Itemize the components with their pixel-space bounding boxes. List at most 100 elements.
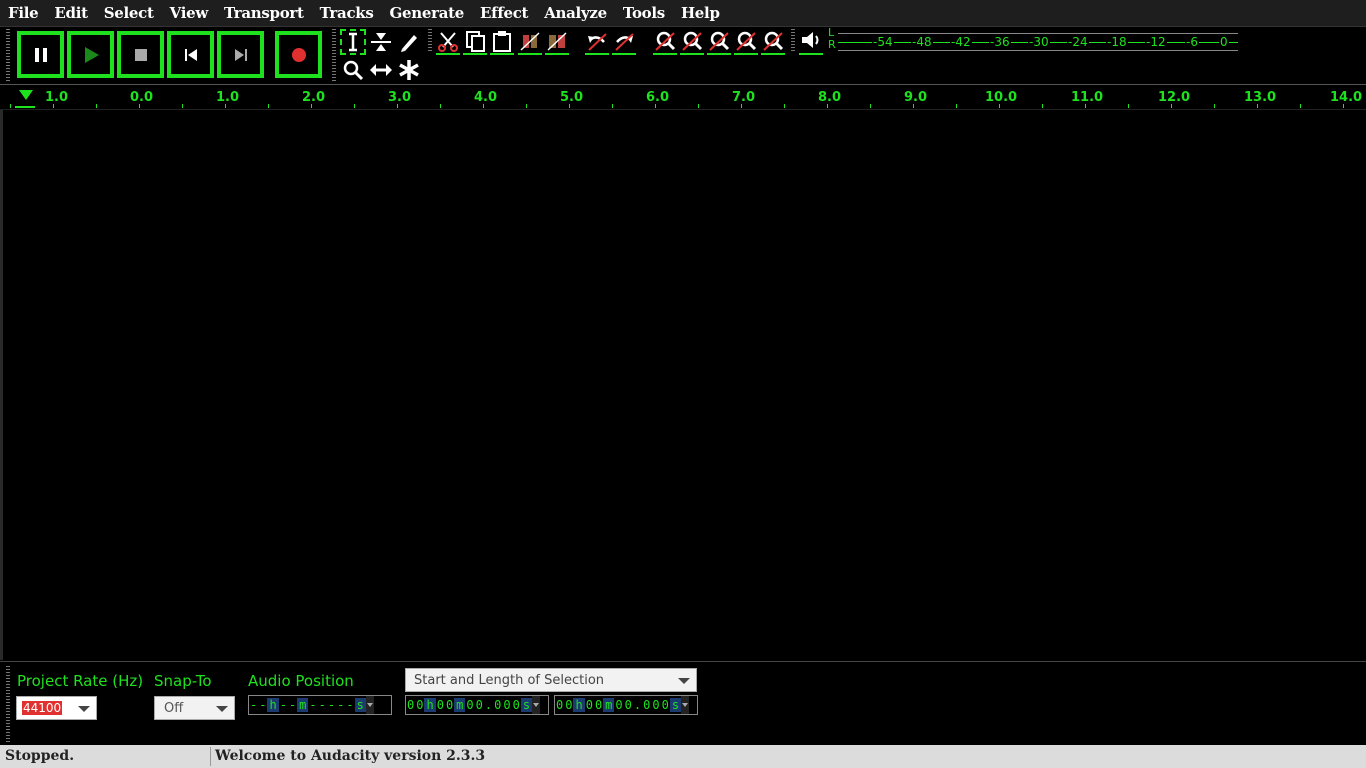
paste-button[interactable] bbox=[490, 29, 514, 55]
ruler-label: 4.0 bbox=[474, 90, 498, 105]
track-panel[interactable] bbox=[0, 110, 1366, 660]
zoom-tool[interactable] bbox=[340, 57, 366, 83]
time-digit[interactable]: 0 bbox=[642, 698, 651, 712]
record-button[interactable] bbox=[275, 31, 322, 78]
time-digit[interactable]: 0 bbox=[555, 698, 564, 712]
selection-length-time[interactable]: 00h00m00.000s bbox=[554, 695, 698, 715]
menu-help[interactable]: Help bbox=[673, 0, 728, 27]
time-digit[interactable]: 0 bbox=[415, 698, 424, 712]
cut-button[interactable] bbox=[436, 29, 460, 55]
edit-toolbar-grip[interactable] bbox=[428, 29, 432, 53]
time-digit[interactable]: 0 bbox=[594, 698, 603, 712]
time-digit[interactable]: . bbox=[633, 698, 642, 712]
project-rate-combo[interactable]: 44100 bbox=[16, 696, 97, 720]
ruler-tick bbox=[1300, 104, 1301, 108]
time-digit[interactable]: 0 bbox=[475, 698, 484, 712]
time-digit[interactable]: 0 bbox=[502, 698, 511, 712]
selection-toolbar-grip[interactable] bbox=[6, 666, 10, 742]
pause-button[interactable] bbox=[17, 31, 64, 78]
play-head-icon[interactable] bbox=[19, 90, 33, 100]
time-digit[interactable]: - bbox=[249, 698, 258, 712]
tools-toolbar-grip[interactable] bbox=[332, 29, 336, 81]
skip-to-start-button[interactable] bbox=[167, 31, 214, 78]
project-rate-value[interactable]: 44100 bbox=[22, 701, 63, 715]
time-digit[interactable]: 0 bbox=[406, 698, 415, 712]
time-shift-tool[interactable] bbox=[368, 57, 394, 83]
time-digit[interactable]: - bbox=[258, 698, 267, 712]
ruler-label: 11.0 bbox=[1071, 90, 1104, 105]
time-format-dropdown-icon[interactable] bbox=[532, 696, 541, 714]
time-format-dropdown-icon[interactable] bbox=[681, 696, 690, 714]
menu-generate[interactable]: Generate bbox=[382, 0, 473, 27]
playback-meter[interactable]: -54 -48 -42 -36 -30 -24 -18 -12 -6 0 bbox=[838, 33, 1238, 51]
undo-icon bbox=[588, 33, 607, 51]
selection-start-time[interactable]: 00h00m00.000s bbox=[405, 695, 549, 715]
stop-button[interactable] bbox=[117, 31, 164, 78]
ruler-tick bbox=[268, 104, 269, 108]
undo-button[interactable] bbox=[585, 29, 609, 55]
chevron-down-icon[interactable] bbox=[216, 706, 228, 712]
skip-to-end-button[interactable] bbox=[217, 31, 264, 78]
audio-position-time[interactable]: --h--m-----s bbox=[248, 695, 392, 715]
copy-button[interactable] bbox=[463, 29, 487, 55]
fit-selection-button[interactable] bbox=[707, 29, 731, 55]
zoom-toggle-button[interactable] bbox=[761, 29, 785, 55]
multi-tool[interactable] bbox=[396, 57, 422, 83]
time-digit[interactable]: 0 bbox=[585, 698, 594, 712]
time-digit[interactable]: - bbox=[288, 698, 297, 712]
zoom-in-button[interactable] bbox=[653, 29, 677, 55]
timeline-ruler[interactable]: 1.0 0.0 1.0 2.0 3.0 4.0 5.0 6.0 7.0 8.0 9.0 10.0 11.… bbox=[0, 86, 1366, 110]
zoom-toggle-icon bbox=[763, 31, 784, 51]
ruler-tick bbox=[139, 104, 140, 108]
snap-to-combo[interactable]: Off bbox=[154, 696, 235, 720]
time-digit[interactable]: 0 bbox=[465, 698, 474, 712]
meter-toolbar-grip[interactable] bbox=[791, 29, 795, 53]
menu-effect[interactable]: Effect bbox=[472, 0, 536, 27]
time-digit[interactable]: 0 bbox=[651, 698, 660, 712]
fit-project-button[interactable] bbox=[734, 29, 758, 55]
time-digit[interactable]: 0 bbox=[661, 698, 670, 712]
menu-file[interactable]: File bbox=[0, 0, 46, 27]
ruler-tick bbox=[440, 104, 441, 108]
menu-select[interactable]: Select bbox=[96, 0, 162, 27]
time-digit[interactable]: 0 bbox=[564, 698, 573, 712]
draw-tool[interactable] bbox=[396, 29, 422, 55]
menu-view[interactable]: View bbox=[162, 0, 216, 27]
selection-mode-combo[interactable]: Start and Length of Selection bbox=[405, 668, 697, 692]
time-digit[interactable]: 0 bbox=[624, 698, 633, 712]
time-digit[interactable]: . bbox=[484, 698, 493, 712]
time-digit[interactable]: - bbox=[308, 698, 317, 712]
menu-tracks[interactable]: Tracks bbox=[312, 0, 382, 27]
menu-edit[interactable]: Edit bbox=[46, 0, 95, 27]
time-digit[interactable]: - bbox=[318, 698, 327, 712]
time-digit[interactable]: 0 bbox=[445, 698, 454, 712]
time-digit[interactable]: - bbox=[327, 698, 336, 712]
silence-audio-button[interactable] bbox=[545, 29, 569, 55]
time-digit[interactable]: 0 bbox=[436, 698, 445, 712]
chevron-down-icon[interactable] bbox=[78, 706, 90, 712]
zoom-out-button[interactable] bbox=[680, 29, 704, 55]
transport-toolbar-grip[interactable] bbox=[6, 29, 10, 81]
menu-transport[interactable]: Transport bbox=[216, 0, 312, 27]
envelope-tool[interactable] bbox=[368, 29, 394, 55]
selection-mode-value: Start and Length of Selection bbox=[414, 672, 605, 688]
redo-button[interactable] bbox=[612, 29, 636, 55]
time-digit[interactable]: 0 bbox=[614, 698, 623, 712]
ruler-tick bbox=[956, 104, 957, 108]
playback-meter-button[interactable] bbox=[799, 27, 823, 55]
time-digit[interactable]: - bbox=[336, 698, 345, 712]
asterisk-icon bbox=[399, 60, 419, 80]
time-digit[interactable]: - bbox=[279, 698, 288, 712]
meter-tick-label: -24 bbox=[1067, 35, 1089, 49]
menu-analyze[interactable]: Analyze bbox=[536, 0, 615, 27]
time-digit[interactable]: 0 bbox=[493, 698, 502, 712]
time-digit[interactable]: 0 bbox=[512, 698, 521, 712]
chevron-down-icon[interactable] bbox=[678, 678, 690, 684]
time-digit[interactable]: - bbox=[345, 698, 354, 712]
time-format-dropdown-icon[interactable] bbox=[365, 696, 374, 714]
play-button[interactable] bbox=[67, 31, 114, 78]
trim-audio-button[interactable] bbox=[518, 29, 542, 55]
project-rate-label: Project Rate (Hz) bbox=[17, 672, 144, 690]
selection-tool[interactable] bbox=[340, 29, 366, 55]
menu-tools[interactable]: Tools bbox=[615, 0, 673, 27]
